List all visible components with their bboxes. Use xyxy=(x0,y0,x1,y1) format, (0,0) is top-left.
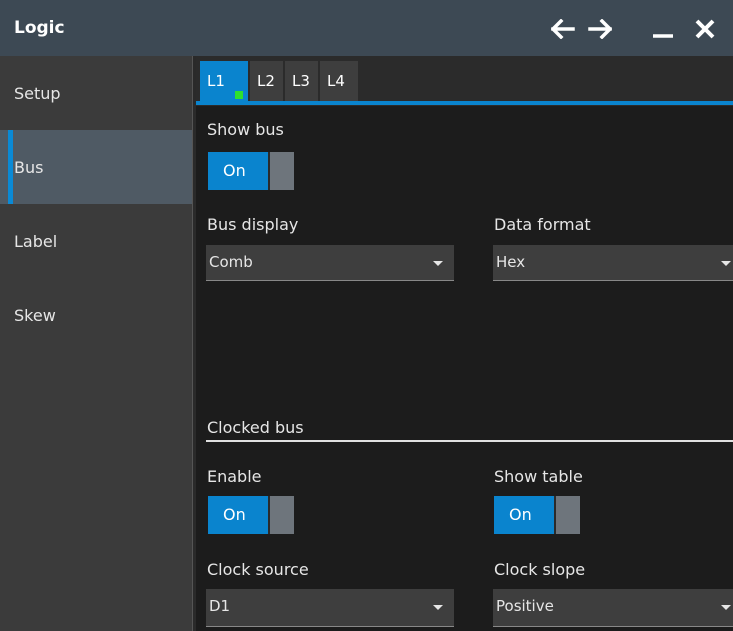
tab-underline xyxy=(196,101,733,105)
sidebar-item-label: Skew xyxy=(14,306,56,325)
dropdown-value: Positive xyxy=(496,597,554,615)
tab-label: L2 xyxy=(257,72,275,90)
arrow-left-icon[interactable] xyxy=(548,14,578,44)
chevron-down-icon xyxy=(433,261,443,266)
tab-label: L4 xyxy=(327,72,345,90)
show-bus-toggle[interactable]: On xyxy=(208,152,294,190)
minimize-icon[interactable] xyxy=(648,14,678,44)
panel-divider xyxy=(192,56,196,631)
chevron-down-icon xyxy=(433,605,443,610)
toggle-state-text: On xyxy=(223,505,246,524)
active-indicator-dot xyxy=(235,91,243,99)
chevron-down-icon xyxy=(721,261,731,266)
toggle-knob xyxy=(554,496,580,534)
clock-source-dropdown[interactable]: D1 xyxy=(206,589,454,627)
sidebar-item-label[interactable]: Label xyxy=(0,204,192,278)
clocked-bus-heading: Clocked bus xyxy=(207,418,304,437)
show-table-label: Show table xyxy=(494,467,583,486)
dropdown-value: D1 xyxy=(209,597,231,615)
sidebar-item-bus[interactable]: Bus xyxy=(0,130,192,204)
show-bus-label: Show bus xyxy=(207,120,284,139)
bus-display-dropdown[interactable]: Comb xyxy=(206,245,454,281)
clock-source-label: Clock source xyxy=(207,560,309,579)
bus-display-label: Bus display xyxy=(207,215,299,234)
sidebar-item-setup[interactable]: Setup xyxy=(0,56,192,130)
toggle-on-state: On xyxy=(208,496,268,534)
toggle-state-text: On xyxy=(509,505,532,524)
clock-slope-dropdown[interactable]: Positive xyxy=(493,589,733,627)
toggle-state-text: On xyxy=(223,161,246,180)
data-format-dropdown[interactable]: Hex xyxy=(493,245,733,281)
sidebar-item-skew[interactable]: Skew xyxy=(0,278,192,352)
tab-l1[interactable]: L1 xyxy=(200,61,248,102)
tab-label: L3 xyxy=(292,72,310,90)
active-indicator xyxy=(8,130,13,204)
toggle-knob xyxy=(268,496,294,534)
title-bar: Logic xyxy=(0,0,733,56)
enable-toggle[interactable]: On xyxy=(208,496,294,534)
show-table-toggle[interactable]: On xyxy=(494,496,580,534)
toggle-knob xyxy=(268,152,294,190)
clock-slope-label: Clock slope xyxy=(494,560,586,579)
sidebar: Setup Bus Label Skew xyxy=(0,56,192,631)
tab-l3[interactable]: L3 xyxy=(285,61,318,102)
tab-bar: L1 L2 L3 L4 xyxy=(196,56,733,106)
sidebar-item-label: Setup xyxy=(14,84,61,103)
window-title: Logic xyxy=(14,18,65,38)
close-icon[interactable] xyxy=(690,14,720,44)
enable-label: Enable xyxy=(207,467,262,486)
data-format-label: Data format xyxy=(494,215,591,234)
sidebar-item-label: Bus xyxy=(14,158,44,177)
chevron-down-icon xyxy=(721,605,731,610)
tab-label: L1 xyxy=(207,72,225,90)
toggle-on-state: On xyxy=(208,152,268,190)
tab-l2[interactable]: L2 xyxy=(250,61,283,102)
dropdown-value: Hex xyxy=(496,253,526,271)
arrow-right-icon[interactable] xyxy=(585,14,615,44)
sidebar-item-label-text: Label xyxy=(14,232,58,251)
dropdown-value: Comb xyxy=(209,253,253,271)
section-divider xyxy=(206,440,733,442)
tab-l4[interactable]: L4 xyxy=(320,61,358,102)
toggle-on-state: On xyxy=(494,496,554,534)
